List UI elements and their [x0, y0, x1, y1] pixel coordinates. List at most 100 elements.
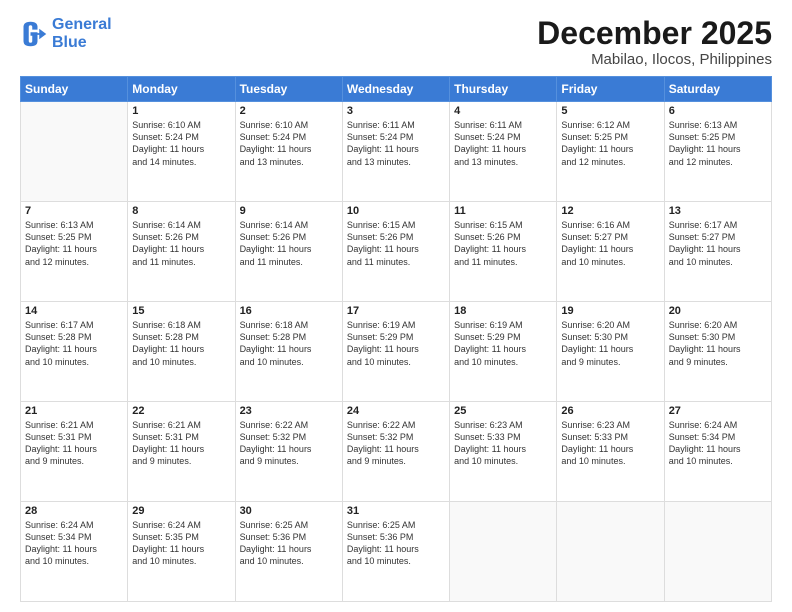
- main-title: December 2025: [537, 16, 772, 51]
- day-number: 5: [561, 105, 659, 117]
- calendar-cell: 24Sunrise: 6:22 AM Sunset: 5:32 PM Dayli…: [342, 402, 449, 502]
- day-number: 14: [25, 305, 123, 317]
- day-number: 21: [25, 405, 123, 417]
- day-number: 22: [132, 405, 230, 417]
- day-info: Sunrise: 6:14 AM Sunset: 5:26 PM Dayligh…: [240, 219, 338, 268]
- calendar-week-1: 1 Sunrise: 6:10 AM Sunset: 5:24 PM Daylig…: [21, 102, 772, 202]
- calendar-cell: 4 Sunrise: 6:11 AM Sunset: 5:24 PM Daylig…: [450, 102, 557, 202]
- calendar-header-friday: Friday: [557, 77, 664, 102]
- title-block: December 2025 Mabilao, Ilocos, Philippin…: [537, 16, 772, 68]
- calendar-cell: 31Sunrise: 6:25 AM Sunset: 5:36 PM Dayli…: [342, 502, 449, 602]
- calendar-cell: [557, 502, 664, 602]
- day-info: Sunrise: 6:14 AM Sunset: 5:26 PM Dayligh…: [132, 219, 230, 268]
- day-info: Sunrise: 6:21 AM Sunset: 5:31 PM Dayligh…: [25, 419, 123, 468]
- page: General Blue December 2025 Mabilao, Iloc…: [0, 0, 792, 612]
- calendar-cell: 9Sunrise: 6:14 AM Sunset: 5:26 PM Daylig…: [235, 202, 342, 302]
- subtitle: Mabilao, Ilocos, Philippines: [537, 51, 772, 68]
- day-info: Sunrise: 6:11 AM Sunset: 5:24 PM Dayligh…: [454, 119, 552, 168]
- calendar-header-wednesday: Wednesday: [342, 77, 449, 102]
- logo-line2-text: Blue: [52, 34, 87, 51]
- calendar-week-2: 7 Sunrise: 6:13 AM Sunset: 5:25 PM Daylig…: [21, 202, 772, 302]
- day-info: Sunrise: 6:17 AM Sunset: 5:27 PM Dayligh…: [669, 219, 767, 268]
- calendar-week-4: 21 Sunrise: 6:21 AM Sunset: 5:31 PM Dayli…: [21, 402, 772, 502]
- calendar-cell: 1 Sunrise: 6:10 AM Sunset: 5:24 PM Daylig…: [128, 102, 235, 202]
- calendar-header-row: SundayMondayTuesdayWednesdayThursdayFrid…: [21, 77, 772, 102]
- calendar-cell: 18 Sunrise: 6:19 AM Sunset: 5:29 PM Dayli…: [450, 302, 557, 402]
- day-number: 8: [132, 205, 230, 217]
- day-info: Sunrise: 6:20 AM Sunset: 5:30 PM Dayligh…: [669, 319, 767, 368]
- logo-line2: Blue: [52, 34, 112, 52]
- calendar-cell: 22 Sunrise: 6:21 AM Sunset: 5:31 PM Dayli…: [128, 402, 235, 502]
- day-number: 2: [240, 105, 338, 117]
- day-info: Sunrise: 6:10 AM Sunset: 5:24 PM Dayligh…: [240, 119, 338, 168]
- day-number: 10: [347, 205, 445, 217]
- day-info: Sunrise: 6:19 AM Sunset: 5:29 PM Dayligh…: [454, 319, 552, 368]
- day-info: Sunrise: 6:13 AM Sunset: 5:25 PM Dayligh…: [25, 219, 123, 268]
- day-number: 13: [669, 205, 767, 217]
- day-number: 26: [561, 405, 659, 417]
- day-info: Sunrise: 6:10 AM Sunset: 5:24 PM Dayligh…: [132, 119, 230, 168]
- day-info: Sunrise: 6:18 AM Sunset: 5:28 PM Dayligh…: [132, 319, 230, 368]
- calendar-cell: 25 Sunrise: 6:23 AM Sunset: 5:33 PM Dayli…: [450, 402, 557, 502]
- day-info: Sunrise: 6:16 AM Sunset: 5:27 PM Dayligh…: [561, 219, 659, 268]
- calendar-header-saturday: Saturday: [664, 77, 771, 102]
- calendar-cell: 6Sunrise: 6:13 AM Sunset: 5:25 PM Daylig…: [664, 102, 771, 202]
- day-number: 1: [132, 105, 230, 117]
- day-info: Sunrise: 6:11 AM Sunset: 5:24 PM Dayligh…: [347, 119, 445, 168]
- day-number: 18: [454, 305, 552, 317]
- calendar-cell: 7 Sunrise: 6:13 AM Sunset: 5:25 PM Daylig…: [21, 202, 128, 302]
- calendar-cell: 17 Sunrise: 6:19 AM Sunset: 5:29 PM Dayli…: [342, 302, 449, 402]
- logo-icon: [20, 20, 48, 48]
- day-number: 28: [25, 505, 123, 517]
- day-number: 3: [347, 105, 445, 117]
- calendar-cell: [21, 102, 128, 202]
- calendar-cell: 26 Sunrise: 6:23 AM Sunset: 5:33 PM Dayli…: [557, 402, 664, 502]
- calendar-cell: 19Sunrise: 6:20 AM Sunset: 5:30 PM Dayli…: [557, 302, 664, 402]
- day-info: Sunrise: 6:21 AM Sunset: 5:31 PM Dayligh…: [132, 419, 230, 468]
- day-info: Sunrise: 6:15 AM Sunset: 5:26 PM Dayligh…: [347, 219, 445, 268]
- day-number: 15: [132, 305, 230, 317]
- calendar-cell: 20 Sunrise: 6:20 AM Sunset: 5:30 PM Dayli…: [664, 302, 771, 402]
- day-number: 25: [454, 405, 552, 417]
- day-number: 16: [240, 305, 338, 317]
- calendar-header-tuesday: Tuesday: [235, 77, 342, 102]
- calendar-week-3: 14 Sunrise: 6:17 AM Sunset: 5:28 PM Dayli…: [21, 302, 772, 402]
- day-number: 7: [25, 205, 123, 217]
- logo-line1-text: General: [52, 16, 112, 33]
- day-info: Sunrise: 6:25 AM Sunset: 5:36 PM Dayligh…: [240, 519, 338, 568]
- day-number: 20: [669, 305, 767, 317]
- calendar-cell: 8 Sunrise: 6:14 AM Sunset: 5:26 PM Daylig…: [128, 202, 235, 302]
- calendar-cell: [664, 502, 771, 602]
- logo-line1: General: [52, 16, 112, 34]
- calendar-cell: 2 Sunrise: 6:10 AM Sunset: 5:24 PM Daylig…: [235, 102, 342, 202]
- calendar-week-5: 28Sunrise: 6:24 AM Sunset: 5:34 PM Dayli…: [21, 502, 772, 602]
- day-info: Sunrise: 6:20 AM Sunset: 5:30 PM Dayligh…: [561, 319, 659, 368]
- calendar-cell: 23Sunrise: 6:22 AM Sunset: 5:32 PM Dayli…: [235, 402, 342, 502]
- day-info: Sunrise: 6:19 AM Sunset: 5:29 PM Dayligh…: [347, 319, 445, 368]
- day-info: Sunrise: 6:18 AM Sunset: 5:28 PM Dayligh…: [240, 319, 338, 368]
- calendar-cell: 13 Sunrise: 6:17 AM Sunset: 5:27 PM Dayli…: [664, 202, 771, 302]
- calendar-header-monday: Monday: [128, 77, 235, 102]
- calendar-header-thursday: Thursday: [450, 77, 557, 102]
- day-info: Sunrise: 6:13 AM Sunset: 5:25 PM Dayligh…: [669, 119, 767, 168]
- calendar-cell: 16 Sunrise: 6:18 AM Sunset: 5:28 PM Dayli…: [235, 302, 342, 402]
- calendar-cell: 10 Sunrise: 6:15 AM Sunset: 5:26 PM Dayli…: [342, 202, 449, 302]
- day-info: Sunrise: 6:12 AM Sunset: 5:25 PM Dayligh…: [561, 119, 659, 168]
- calendar-table: SundayMondayTuesdayWednesdayThursdayFrid…: [20, 76, 772, 602]
- day-number: 17: [347, 305, 445, 317]
- logo-text-block: General Blue: [52, 16, 112, 51]
- day-info: Sunrise: 6:24 AM Sunset: 5:34 PM Dayligh…: [669, 419, 767, 468]
- day-info: Sunrise: 6:23 AM Sunset: 5:33 PM Dayligh…: [561, 419, 659, 468]
- day-info: Sunrise: 6:23 AM Sunset: 5:33 PM Dayligh…: [454, 419, 552, 468]
- day-info: Sunrise: 6:15 AM Sunset: 5:26 PM Dayligh…: [454, 219, 552, 268]
- logo: General Blue: [20, 16, 112, 51]
- calendar-cell: [450, 502, 557, 602]
- calendar-cell: 28Sunrise: 6:24 AM Sunset: 5:34 PM Dayli…: [21, 502, 128, 602]
- day-info: Sunrise: 6:17 AM Sunset: 5:28 PM Dayligh…: [25, 319, 123, 368]
- day-number: 4: [454, 105, 552, 117]
- calendar-header-sunday: Sunday: [21, 77, 128, 102]
- day-info: Sunrise: 6:22 AM Sunset: 5:32 PM Dayligh…: [347, 419, 445, 468]
- calendar-cell: 12Sunrise: 6:16 AM Sunset: 5:27 PM Dayli…: [557, 202, 664, 302]
- day-number: 23: [240, 405, 338, 417]
- calendar-cell: 3 Sunrise: 6:11 AM Sunset: 5:24 PM Daylig…: [342, 102, 449, 202]
